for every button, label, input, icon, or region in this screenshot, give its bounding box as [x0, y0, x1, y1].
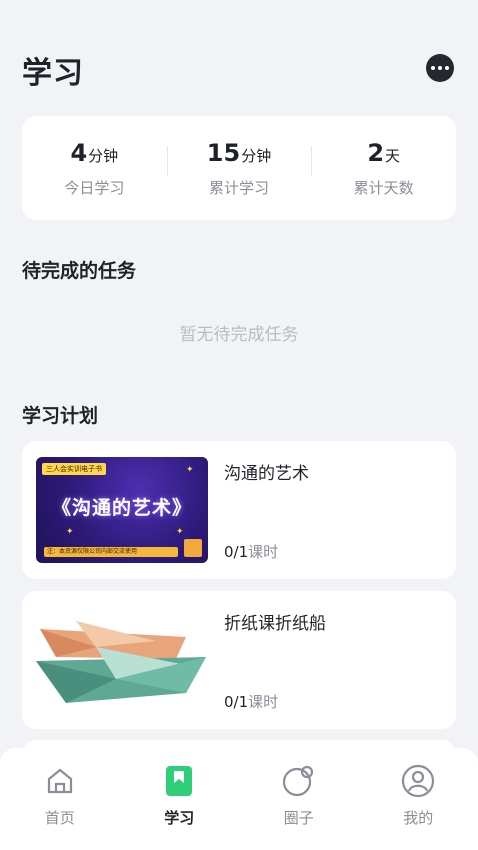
stat-label: 今日学习: [64, 179, 125, 197]
stat-unit: 天: [385, 147, 401, 165]
star-icon: ✦: [176, 527, 184, 537]
stat-value: 4: [70, 139, 88, 167]
plan-section-title: 学习计划: [22, 405, 99, 427]
home-icon: [43, 764, 77, 798]
tab-study[interactable]: 学习: [120, 748, 240, 850]
stat-value: 15: [206, 139, 241, 167]
tab-mine[interactable]: 我的: [359, 748, 478, 850]
course-thumbnail: 三人会实训电子书 ✦ ✦ ✦ 《沟通的艺术》 注：本资源仅限公司内部交流使用: [36, 457, 208, 563]
tasks-section-title: 待完成的任务: [22, 260, 137, 282]
bottom-tab-bar: 首页 学习 圈子 我的: [0, 748, 478, 850]
thumbnail-book-name: 《沟通的艺术》: [51, 497, 192, 519]
tab-label: 首页: [44, 809, 75, 827]
tab-label: 我的: [403, 809, 434, 827]
stat-label: 累计学习: [209, 179, 270, 197]
more-dots-icon: [431, 66, 435, 70]
stat-value: 2: [367, 139, 385, 167]
page-title: 学习: [22, 56, 84, 91]
star-icon: ✦: [66, 527, 74, 537]
course-card[interactable]: 三人会实训电子书 ✦ ✦ ✦ 《沟通的艺术》 注：本资源仅限公司内部交流使用 沟…: [22, 441, 456, 579]
thumbnail-note: 注：本资源仅限公司内部交流使用: [44, 547, 178, 557]
stat-today: 4分钟 今日学习: [22, 138, 167, 198]
stat-total: 15分钟 累计学习: [166, 138, 312, 198]
tab-label: 学习: [164, 809, 195, 827]
user-icon: [401, 764, 435, 798]
message-button[interactable]: [426, 54, 454, 82]
header: 学习: [22, 48, 456, 91]
course-card[interactable]: 折纸课折纸船 0/1课时: [22, 591, 456, 729]
star-icon: ✦: [186, 465, 194, 475]
stat-label: 累计天数: [353, 179, 414, 197]
tab-home[interactable]: 首页: [0, 748, 120, 850]
course-title: 折纸课折纸船: [224, 614, 326, 634]
course-thumbnail: [36, 607, 208, 713]
paper-boat-image: [36, 621, 206, 703]
stat-unit: 分钟: [88, 147, 119, 165]
circle-icon: [282, 764, 316, 798]
course-progress: 0/1课时: [224, 693, 279, 711]
stat-days: 2天 累计天数: [311, 138, 456, 198]
stat-unit: 分钟: [241, 147, 272, 165]
tab-label: 圈子: [283, 809, 314, 827]
tab-circle[interactable]: 圈子: [239, 748, 359, 850]
stats-card: 4分钟 今日学习 15分钟 累计学习 2天 累计天数: [22, 116, 456, 220]
thumbnail-tag: 三人会实训电子书: [42, 463, 106, 475]
bookmark-icon: [162, 764, 196, 798]
course-progress: 0/1课时: [224, 543, 279, 561]
tasks-empty-text: 暂无待完成任务: [179, 325, 299, 345]
gift-icon: [184, 539, 202, 557]
course-title: 沟通的艺术: [224, 464, 309, 484]
